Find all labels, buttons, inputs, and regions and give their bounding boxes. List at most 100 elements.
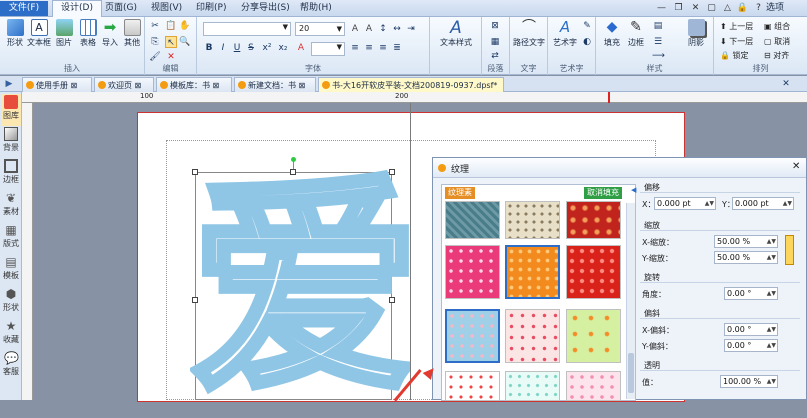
texture-swatch[interactable] [566, 201, 621, 239]
offset-x-input[interactable]: 0.000 pt ▲▼ [654, 197, 716, 210]
spinner-icon[interactable]: ▲▼ [767, 340, 776, 351]
skew-y-input[interactable]: 0.00 ° ▲▼ [724, 339, 778, 352]
menu-print[interactable]: 印刷(P) [188, 1, 234, 16]
spinner-icon[interactable]: ▲▼ [767, 252, 776, 263]
sidebar-item-material[interactable]: ❦ 素材 [1, 190, 21, 222]
select-icon[interactable]: ↖ [165, 36, 177, 48]
texture-swatch[interactable] [505, 201, 560, 239]
shape-button[interactable]: 形状 [3, 19, 27, 48]
fill-button[interactable]: ◆ 填充 [600, 19, 624, 48]
texture-swatch[interactable] [445, 201, 500, 239]
texture-swatch[interactable] [445, 245, 500, 299]
texture-swatch[interactable] [505, 245, 560, 299]
delete-icon[interactable]: ✕ [165, 51, 177, 63]
wrap-icon[interactable]: ⊠ [489, 20, 501, 32]
tab-manual[interactable]: 使用手册 ⊠ [22, 77, 92, 92]
tab-welcome[interactable]: 欢迎页 ⊠ [94, 77, 154, 92]
italic-icon[interactable]: I [217, 42, 229, 54]
texture-swatch[interactable] [505, 309, 560, 363]
sidebar-item-layout[interactable]: ▦ 版式 [1, 222, 21, 254]
tab-icon[interactable]: ⇄ [489, 50, 501, 62]
spinner-icon[interactable]: ▲▼ [767, 324, 776, 335]
menu-page[interactable]: 页面(G) [97, 1, 145, 16]
rotate-input[interactable]: 0.00 ° ▲▼ [724, 287, 778, 300]
menu-file[interactable]: 文件(F) [0, 1, 48, 16]
border-button[interactable]: ✎ 边框 [624, 19, 648, 48]
tab-current-doc[interactable]: 书-大16开软皮平装-文档200819-0937.dpsf* [318, 77, 504, 92]
textbox-button[interactable]: A 文本框 [27, 19, 51, 48]
options-menu[interactable]: 选项 [762, 1, 788, 16]
minimize-icon[interactable]: — [655, 2, 668, 14]
link-scale-icon[interactable] [785, 235, 794, 265]
font-effect-select[interactable]: ▼ [311, 42, 345, 56]
sidebar-item-template[interactable]: ▤ 模板 [1, 254, 21, 286]
arrow-style-icon[interactable]: ⟶ [652, 50, 665, 62]
menu-share[interactable]: 分享导出(S) [233, 1, 298, 16]
close-icon[interactable]: ⊠ [213, 81, 220, 90]
import-button[interactable]: ➡ 导入 [98, 19, 122, 48]
text-style-button[interactable]: A 文本样式 [432, 19, 480, 48]
texture-swatch-selected[interactable] [445, 309, 500, 363]
line-width-icon[interactable]: ☰ [652, 36, 664, 48]
tab-new-doc[interactable]: 新建文档：书 ⊠ [234, 77, 316, 92]
alpha-input[interactable]: 100.00 % ▲▼ [720, 375, 778, 388]
skew-x-input[interactable]: 0.00 ° ▲▼ [724, 323, 778, 336]
art-edit-icon[interactable]: ✎ [581, 20, 593, 32]
superscript-icon[interactable]: x² [261, 42, 273, 54]
close-icon[interactable]: ✕ [780, 78, 792, 90]
pan-icon[interactable]: ✋ [179, 20, 191, 32]
align-center-icon[interactable]: ≡ [363, 42, 375, 54]
justify-icon[interactable]: ≣ [391, 42, 403, 54]
font-size-select[interactable]: 20 ▼ [295, 22, 345, 36]
zoom-icon[interactable]: 🔍 [179, 36, 191, 48]
strikethrough-icon[interactable]: S [245, 42, 257, 54]
paste-icon[interactable]: 📋 [165, 20, 177, 32]
cut-icon[interactable]: ✂ [149, 20, 161, 32]
tab-template[interactable]: 模板库：书 ⊠ [156, 77, 232, 92]
sidebar-item-background[interactable]: 背景 [1, 126, 21, 158]
art-style-icon[interactable]: ◐ [581, 36, 593, 48]
sidebar-item-shape[interactable]: ⬢ 形状 [1, 286, 21, 318]
spinner-icon[interactable]: ▲▼ [767, 236, 776, 247]
restore-icon[interactable]: ❐ [672, 2, 685, 14]
char-spacing-icon[interactable]: ↔ [391, 23, 403, 35]
shrink-font-icon[interactable]: A [363, 23, 375, 35]
tabs-scroll-icon[interactable]: ▶ [3, 78, 15, 90]
sidebar-item-gallery[interactable]: 图库 [1, 94, 21, 126]
close-icon[interactable]: ⊠ [299, 81, 306, 90]
indent-icon[interactable]: ⇥ [405, 23, 417, 35]
close-icon[interactable]: ⊠ [71, 81, 78, 90]
sidebar-item-border[interactable]: 边框 [1, 158, 21, 190]
group-button[interactable]: ▣ 组合 [764, 21, 790, 32]
sidebar-item-favorites[interactable]: ★ 收藏 [1, 318, 21, 350]
align-right-icon[interactable]: ≡ [377, 42, 389, 54]
texture-scrollbar[interactable] [626, 203, 635, 399]
path-text-button[interactable]: ⌒ 路径文字 [512, 19, 546, 48]
bold-icon[interactable]: B [203, 42, 215, 54]
align-left-icon[interactable]: ≡ [349, 42, 361, 54]
collapse-arrow-icon[interactable]: ◀ [631, 186, 636, 194]
offset-y-input[interactable]: 0.000 pt ▲▼ [732, 197, 794, 210]
texture-swatch[interactable] [566, 309, 621, 363]
texture-swatch[interactable] [445, 371, 500, 401]
menu-view[interactable]: 视图(V) [143, 1, 190, 16]
spinner-icon[interactable]: ▲▼ [783, 198, 792, 209]
scale-x-input[interactable]: 50.00 % ▲▼ [714, 235, 778, 248]
columns-icon[interactable]: ▦ [489, 36, 501, 48]
menu-help[interactable]: 帮助(H) [292, 1, 340, 16]
texture-swatch[interactable] [566, 245, 621, 299]
scrollbar-thumb[interactable] [628, 353, 634, 393]
subscript-icon[interactable]: x₂ [277, 42, 289, 54]
texture-swatch[interactable] [505, 371, 560, 401]
category-tab[interactable]: 纹理素 [445, 187, 475, 199]
font-family-select[interactable]: ▼ [203, 22, 291, 36]
ungroup-button[interactable]: ▢ 取消 [764, 36, 790, 47]
lock-button[interactable]: 🔒 锁定 [720, 50, 749, 61]
spinner-icon[interactable]: ▲▼ [705, 198, 714, 209]
lock-icon[interactable]: 🔒 [736, 2, 749, 14]
sidebar-item-service[interactable]: 💬 客服 [1, 350, 21, 382]
close-icon[interactable]: ✕ [792, 161, 800, 172]
menu-design[interactable]: 设计(D) [52, 0, 102, 17]
scale-y-input[interactable]: 50.00 % ▲▼ [714, 251, 778, 264]
image-button[interactable]: 图片 [52, 19, 76, 48]
